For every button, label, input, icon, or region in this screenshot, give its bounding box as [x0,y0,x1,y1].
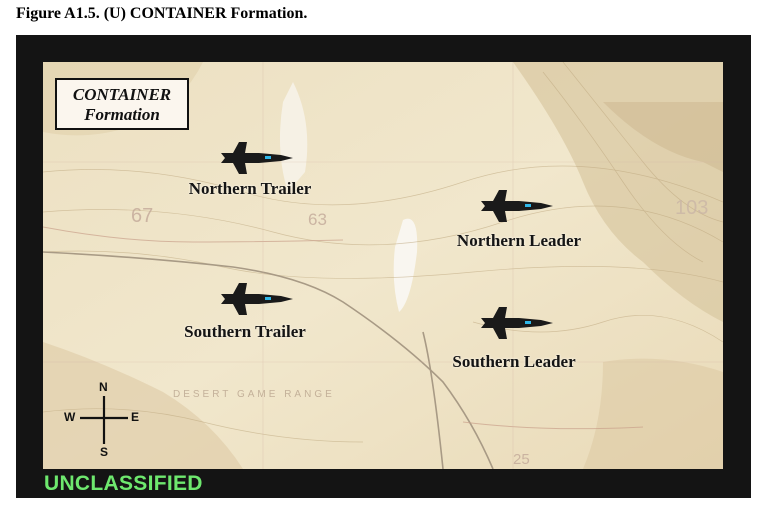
jet-icon [221,283,293,315]
formation-title-line2: Formation [84,105,160,124]
compass-east: E [131,410,140,424]
formation-title-box: CONTAINER Formation [55,78,189,130]
compass-north: N [99,380,108,394]
map-label-103: 103 [675,197,708,219]
jet-icon [481,190,553,222]
formation-title-line1: CONTAINER [72,85,172,104]
compass-rose: N S W E [62,380,150,464]
classification-marking: UNCLASSIFIED [44,472,203,495]
figure-caption: Figure A1.5. (U) CONTAINER Formation. [16,5,308,22]
jet-icon [481,307,553,339]
map-label-63: 63 [308,210,327,229]
compass-south: S [100,445,109,459]
aircraft-label-southern-trailer: Southern Trailer [184,322,306,341]
aircraft-label-northern-trailer: Northern Trailer [188,179,312,198]
aircraft-label-northern-leader: Northern Leader [456,231,582,250]
aircraft-label-southern-leader: Southern Leader [452,352,576,371]
map-label-25: 25 [513,451,530,468]
jet-icon [221,142,293,174]
compass-west: W [64,410,76,424]
map-label-desert-game-range: DESERT GAME RANGE [173,389,335,400]
map-label-67: 67 [131,205,153,227]
